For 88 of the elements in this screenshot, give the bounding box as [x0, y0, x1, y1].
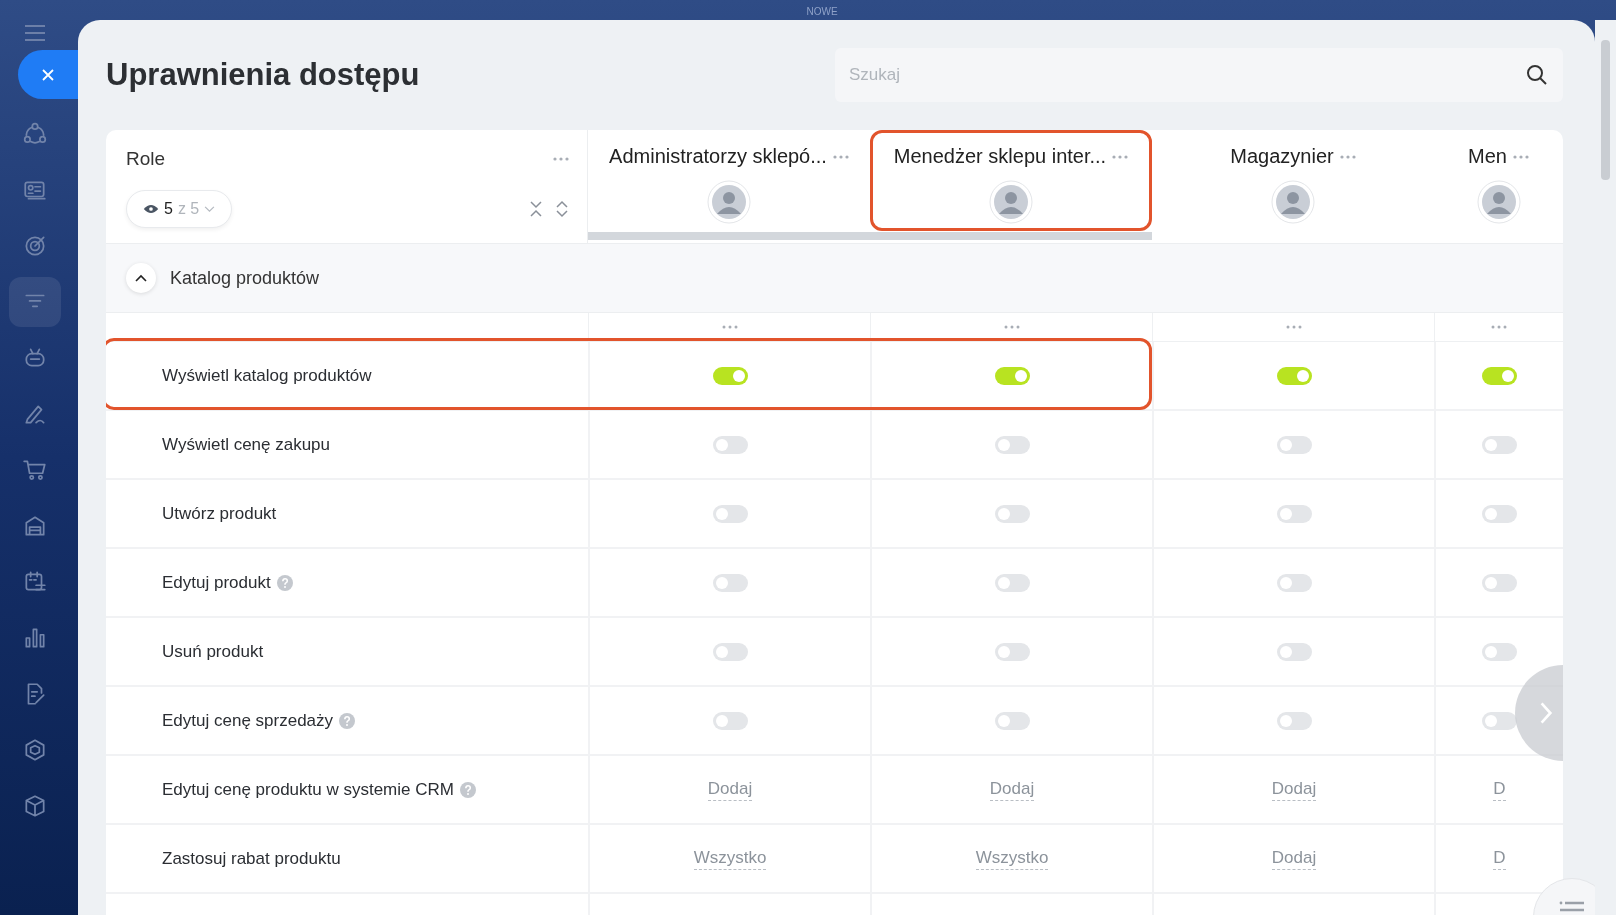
access-link[interactable]: Dodaj: [707, 778, 753, 801]
toggle-switch[interactable]: [712, 435, 748, 454]
toggle-switch[interactable]: [1276, 573, 1312, 592]
more-icon[interactable]: [1339, 154, 1356, 159]
close-button[interactable]: [18, 50, 78, 99]
toggle-switch[interactable]: [1276, 366, 1312, 385]
toggle-switch[interactable]: [1482, 504, 1517, 523]
toggle-switch[interactable]: [1276, 435, 1312, 454]
column-heading: Role: [126, 148, 166, 170]
chevron-down-icon: [204, 205, 216, 213]
more-icon[interactable]: [1512, 154, 1529, 159]
toggle-switch[interactable]: [712, 366, 748, 385]
avatar-icon: [1271, 180, 1315, 224]
help-icon[interactable]: [459, 781, 476, 798]
permission-name: Edytuj cenę sprzedaży: [162, 710, 334, 731]
role-column-header[interactable]: Men: [1434, 130, 1563, 231]
more-icon[interactable]: [832, 154, 849, 159]
more-icon[interactable]: [1491, 325, 1507, 329]
collapse-button[interactable]: [126, 263, 156, 293]
toggle-switch[interactable]: [994, 435, 1030, 454]
scrollbar-thumb[interactable]: [1601, 40, 1610, 180]
chevron-right-icon: [1539, 700, 1553, 726]
toggle-switch[interactable]: [1482, 366, 1517, 385]
role-column-header[interactable]: Magazynier: [1152, 130, 1434, 231]
toggle-switch[interactable]: [994, 504, 1030, 523]
toggle-switch[interactable]: [994, 711, 1030, 730]
toggle-switch[interactable]: [712, 504, 748, 523]
cart-icon: [22, 457, 48, 483]
toggle-switch[interactable]: [712, 642, 748, 661]
access-link[interactable]: D: [1493, 847, 1506, 870]
box-icon: [22, 793, 48, 819]
help-icon[interactable]: [339, 712, 356, 729]
toggle-switch[interactable]: [1482, 573, 1517, 592]
expand-icon[interactable]: [555, 200, 569, 218]
toggle-switch[interactable]: [1482, 642, 1517, 661]
search-field[interactable]: Szukaj: [835, 48, 1563, 102]
access-link[interactable]: Wszystko: [693, 847, 767, 870]
avatar-icon: [707, 180, 751, 224]
chevron-icon: [135, 274, 147, 282]
collapse-icon[interactable]: [529, 200, 543, 218]
permission-name: Edytuj cenę produktu w systemie CRM: [162, 779, 454, 800]
role-column-header[interactable]: Administratorzy sklepó...: [588, 130, 870, 231]
access-link[interactable]: D: [1493, 778, 1506, 801]
section-title: Katalog produktów: [170, 267, 320, 289]
more-icon[interactable]: [1003, 325, 1020, 329]
permission-name: Utwórz produkt: [162, 503, 277, 524]
bar-chart-icon: [22, 625, 48, 651]
toggle-switch[interactable]: [994, 573, 1030, 592]
more-icon[interactable]: [1112, 154, 1129, 159]
more-icon[interactable]: [1285, 325, 1302, 329]
toggle-switch[interactable]: [1482, 435, 1517, 454]
toggle-switch[interactable]: [712, 573, 748, 592]
permission-name: Wyświetl katalog produktów: [162, 365, 372, 386]
close-icon: [40, 66, 56, 83]
role-name: Administratorzy sklepó...: [609, 145, 827, 168]
access-link[interactable]: Dodaj: [1271, 778, 1317, 801]
avatar-icon: [989, 180, 1033, 224]
hexagon-icon: [22, 737, 48, 763]
toggle-switch[interactable]: [994, 642, 1030, 661]
page-title: Uprawnienia dostępu: [106, 57, 420, 93]
access-link[interactable]: Dodaj: [1271, 847, 1317, 870]
top-label: NOWE: [806, 7, 838, 17]
role-name: Men: [1468, 145, 1507, 168]
more-icon[interactable]: [553, 157, 569, 161]
role-name: Magazynier: [1230, 145, 1334, 168]
toggle-switch[interactable]: [1276, 711, 1312, 730]
toggle-switch[interactable]: [994, 366, 1030, 385]
access-link[interactable]: Dodaj: [989, 778, 1035, 801]
access-link[interactable]: Wszystko: [975, 847, 1049, 870]
permission-name: Wyświetl cenę zakupu: [162, 434, 331, 455]
scroll-thumb[interactable]: [588, 232, 1152, 240]
role-name: Menedżer sklepu inter...: [893, 145, 1107, 168]
eye-icon: [143, 204, 159, 214]
more-icon[interactable]: [721, 325, 738, 329]
nodes-icon: [22, 121, 48, 147]
toggle-switch[interactable]: [1482, 711, 1517, 730]
visible-roles-filter[interactable]: 5 z 5: [126, 190, 233, 228]
toggle-switch[interactable]: [1276, 642, 1312, 661]
permission-name: Usuń produkt: [162, 641, 264, 662]
search-icon[interactable]: [1525, 63, 1549, 87]
avatar-icon: [1476, 180, 1521, 224]
sidebar-item[interactable]: [9, 277, 61, 327]
permission-name: Edytuj produkt: [162, 572, 271, 593]
toggle-switch[interactable]: [1276, 504, 1312, 523]
help-icon[interactable]: [276, 574, 293, 591]
toggle-switch[interactable]: [712, 711, 748, 730]
permission-name: Zastosuj rabat produktu: [162, 848, 341, 869]
menu-icon[interactable]: [23, 24, 47, 42]
